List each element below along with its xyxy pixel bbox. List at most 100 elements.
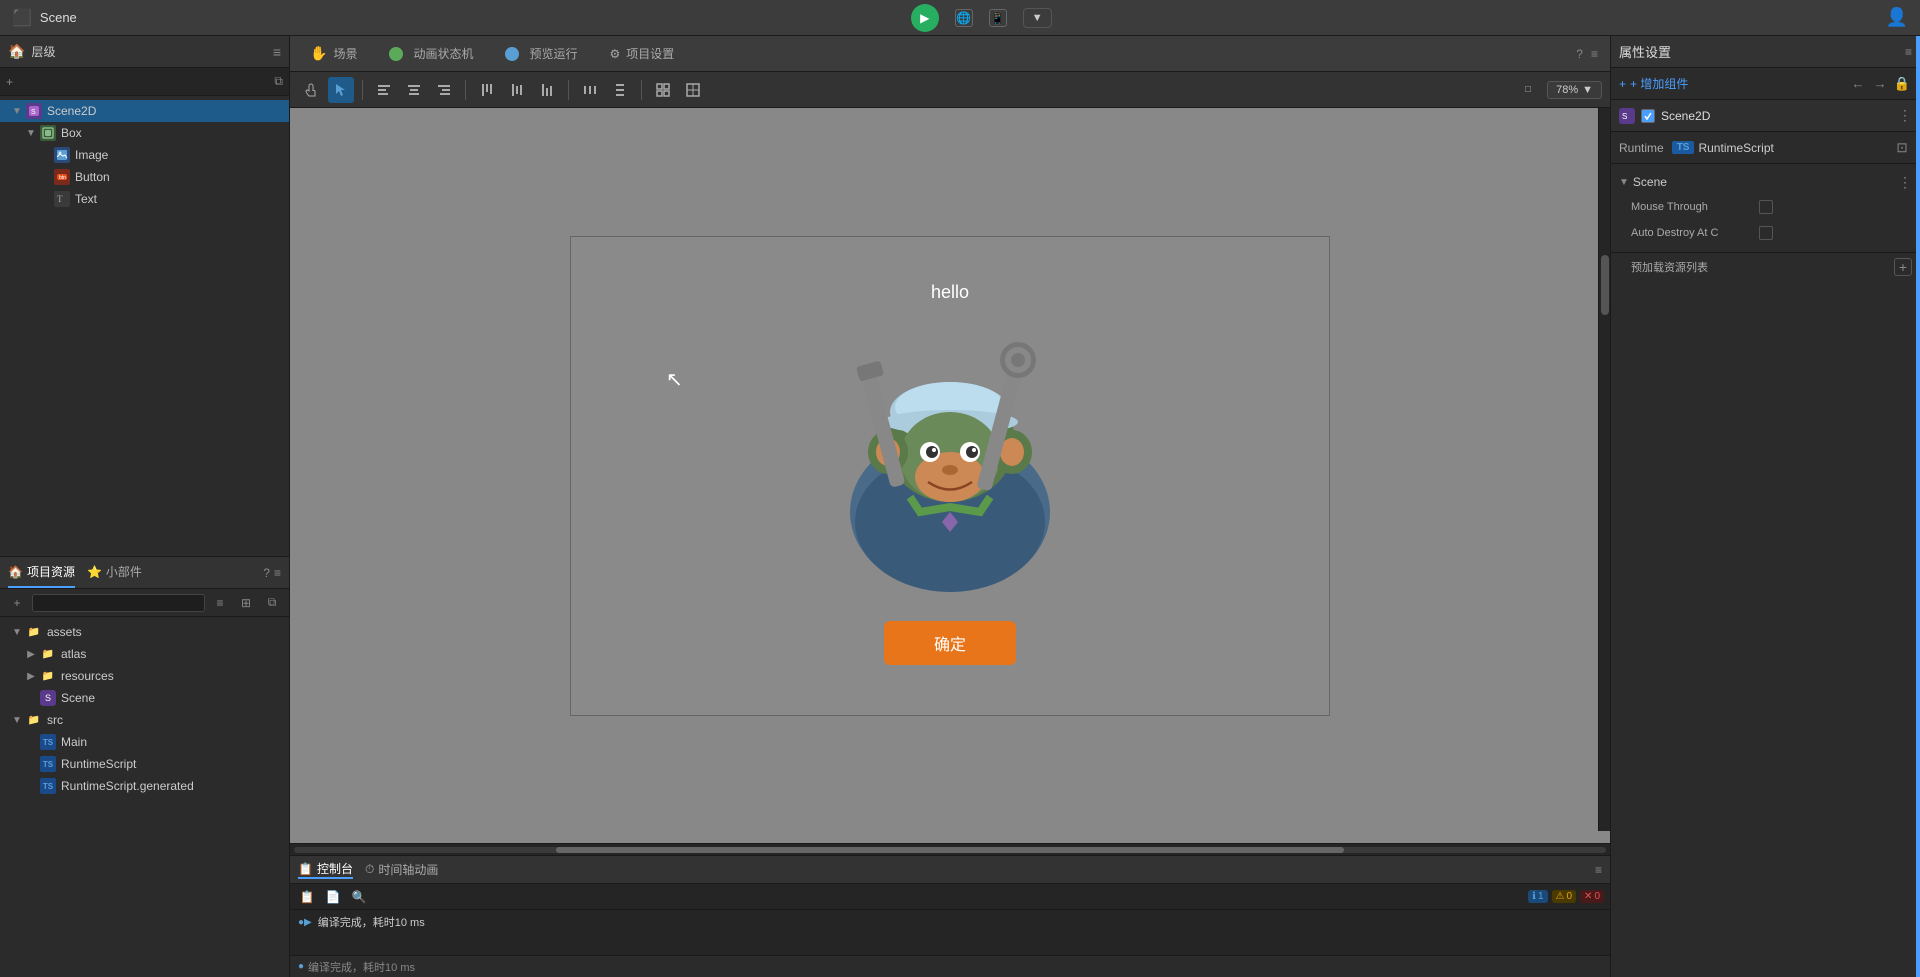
project-copy-icon[interactable]: ⧉	[261, 592, 283, 614]
nav-right-btn[interactable]: →	[1870, 74, 1890, 94]
blue-accent-bar	[1916, 36, 1920, 977]
tab-scene[interactable]: ✋ 场景	[302, 41, 365, 66]
tab-anim-state[interactable]: 动画状态机	[381, 41, 481, 66]
scene-properties-section: ▼ Scene ⋮ Mouse Through Auto Destroy At …	[1611, 164, 1920, 253]
zoom-label: 78%	[1556, 84, 1578, 96]
vertical-scrollbar[interactable]	[1598, 108, 1610, 831]
mouse-through-checkbox[interactable]	[1759, 200, 1773, 214]
preload-add-btn[interactable]: +	[1894, 258, 1912, 276]
scene2d-enabled-checkbox[interactable]	[1641, 109, 1655, 123]
distribute-v-btn[interactable]	[607, 77, 633, 103]
file-item-runtime-generated[interactable]: ▶ TS RuntimeScript.generated	[0, 775, 289, 797]
hierarchy-menu-icon[interactable]: ≡	[273, 44, 281, 60]
hierarchy-search-input[interactable]	[17, 76, 270, 88]
properties-menu-icon[interactable]: ≡	[1905, 45, 1912, 59]
horizontal-scrollbar[interactable]	[290, 843, 1610, 855]
file-item-resources[interactable]: ▶ 📁 resources	[0, 665, 289, 687]
align-bottom-btn[interactable]	[534, 77, 560, 103]
console-tab-label: 控制台	[317, 860, 353, 877]
file-item-main[interactable]: ▶ TS Main	[0, 731, 289, 753]
center-menu-icon[interactable]: ≡	[1591, 47, 1598, 61]
project-grid-icon[interactable]: ⊞	[235, 592, 257, 614]
console-copy-btn[interactable]: 📋	[296, 886, 318, 908]
project-filter-icon[interactable]: ≡	[209, 592, 231, 614]
platform-dropdown[interactable]: ▼	[1023, 8, 1052, 28]
tab-preview[interactable]: 预览运行	[497, 41, 585, 66]
tab-timeline[interactable]: ⏱ 时间轴动画	[365, 861, 438, 878]
file-label-atlas: atlas	[61, 647, 86, 661]
align-left-btn[interactable]	[371, 77, 397, 103]
tab-project-widgets[interactable]: ⭐ 小部件	[87, 557, 142, 588]
nav-buttons: ← → 🔒	[1848, 74, 1912, 94]
file-item-src[interactable]: ▼ 📁 src	[0, 709, 289, 731]
tree-item-text[interactable]: ▶ T Text	[0, 188, 289, 210]
settings-label: 项目设置	[626, 45, 674, 62]
console-menu-icon[interactable]: ≡	[1595, 863, 1602, 877]
align-center-h-btn[interactable]	[401, 77, 427, 103]
file-item-scene[interactable]: ▶ S Scene	[0, 687, 289, 709]
hierarchy-tree: ▼ S Scene2D ▼ Box	[0, 96, 289, 556]
file-label-resources: resources	[61, 669, 114, 683]
add-component-button[interactable]: + + 增加组件	[1619, 75, 1688, 92]
zoom-selector[interactable]: 78% ▼	[1547, 81, 1602, 99]
tree-item-box[interactable]: ▼ Box	[0, 122, 289, 144]
file-label-scene: Scene	[61, 691, 95, 705]
select-tool-btn[interactable]	[328, 77, 354, 103]
toolbar-sep-1	[362, 80, 363, 100]
scene-section-header[interactable]: ▼ Scene ⋮	[1611, 170, 1920, 194]
component-more-icon[interactable]: ⋮	[1898, 107, 1912, 124]
mouse-through-label: Mouse Through	[1631, 201, 1751, 213]
editor-canvas[interactable]: hello	[290, 108, 1610, 843]
project-add-button[interactable]: +	[6, 592, 28, 614]
hand-tool-btn[interactable]	[298, 77, 324, 103]
folder-icon-assets: 📁	[26, 624, 42, 640]
tree-item-scene2d[interactable]: ▼ S Scene2D	[0, 100, 289, 122]
project-search-input[interactable]	[32, 594, 205, 612]
align-right-btn[interactable]	[431, 77, 457, 103]
zoom-dropdown-icon: ▼	[1582, 84, 1593, 96]
tab-project-settings[interactable]: ⚙ 项目设置	[601, 41, 682, 66]
grid-view-btn[interactable]	[680, 77, 706, 103]
timeline-label: 时间轴动画	[378, 861, 438, 878]
file-item-runtime-script[interactable]: ▶ TS RuntimeScript	[0, 753, 289, 775]
align-middle-btn[interactable]	[504, 77, 530, 103]
top-toolbar: ▶ 🌐 📱 ▼	[911, 4, 1052, 32]
runtime-row: Runtime TS RuntimeScript ⊡	[1611, 132, 1920, 164]
tree-item-image[interactable]: ▶ Image	[0, 144, 289, 166]
canvas-monkey-image	[780, 312, 1120, 592]
project-help-icon[interactable]: ?	[263, 566, 270, 580]
lock-btn[interactable]: 🔒	[1892, 74, 1912, 94]
tab-console[interactable]: 📋 控制台	[298, 860, 353, 879]
play-button[interactable]: ▶	[911, 4, 939, 32]
tab-project-assets[interactable]: 🏠 项目资源	[8, 557, 75, 588]
phone-icon-btn[interactable]: 📱	[989, 9, 1007, 27]
distribute-h-btn[interactable]	[577, 77, 603, 103]
file-item-atlas[interactable]: ▶ 📁 atlas	[0, 643, 289, 665]
align-top-btn[interactable]	[474, 77, 500, 103]
title-bar: ⬛ Scene ▶ 🌐 📱 ▼ 👤	[0, 0, 1920, 36]
tree-label-text: Text	[75, 192, 97, 206]
expand-btn[interactable]	[650, 77, 676, 103]
globe-icon-btn[interactable]: 🌐	[955, 9, 973, 27]
runtime-label: Runtime	[1619, 141, 1664, 155]
console-paste-btn[interactable]: 📄	[322, 886, 344, 908]
assets-icon: 🏠	[8, 565, 23, 579]
scrollbar-thumb	[556, 847, 1343, 853]
console-message: ●▶ 编译完成，耗时10 ms	[298, 914, 425, 930]
scene-section-more[interactable]: ⋮	[1898, 174, 1912, 191]
open-script-btn[interactable]: ⊡	[1892, 138, 1912, 158]
resolution-btn[interactable]: □	[1513, 77, 1543, 103]
file-arrow-resources: ▶	[24, 671, 38, 682]
file-item-assets[interactable]: ▼ 📁 assets	[0, 621, 289, 643]
canvas-button[interactable]: 确定	[884, 621, 1016, 665]
auto-destroy-checkbox[interactable]	[1759, 226, 1773, 240]
console-search-btn[interactable]: 🔍	[348, 886, 370, 908]
hierarchy-copy-icon[interactable]: ⧉	[274, 74, 283, 89]
prop-mouse-through: Mouse Through	[1611, 194, 1920, 220]
tree-item-button[interactable]: ▶ btn Button	[0, 166, 289, 188]
nav-left-btn[interactable]: ←	[1848, 74, 1868, 94]
project-menu-icon[interactable]: ≡	[274, 566, 281, 580]
center-help-icon[interactable]: ?	[1576, 47, 1583, 61]
hierarchy-add-icon[interactable]: +	[6, 75, 13, 89]
settings-icon: ⚙	[609, 47, 620, 61]
